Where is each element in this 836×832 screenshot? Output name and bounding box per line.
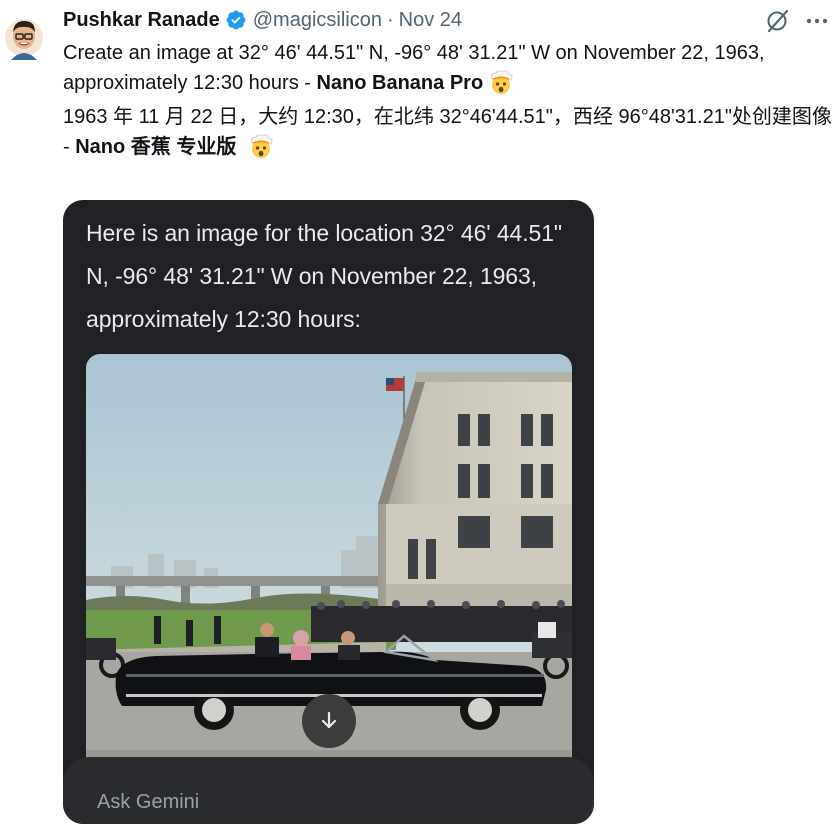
- author-handle[interactable]: @magicsilicon: [253, 9, 382, 32]
- exploding-head-emoji: [251, 134, 273, 158]
- tweet-text-english: Create an image at 32° 46' 44.51" N, -96…: [63, 38, 833, 98]
- separator-dot: ·: [386, 8, 394, 31]
- download-button[interactable]: [302, 694, 356, 748]
- chinese-bold-text: Nano 香蕉 专业版: [75, 136, 237, 158]
- gemini-response-text: Here is an image for the location 32° 46…: [86, 220, 562, 332]
- post-date[interactable]: Nov 24: [399, 9, 462, 32]
- author-name[interactable]: Pushkar Ranade: [63, 9, 220, 32]
- download-arrow-icon: [321, 711, 337, 729]
- tweet-text: Create an image at 32° 46' 44.51" N, -96…: [63, 38, 833, 162]
- verified-badge-icon[interactable]: [225, 9, 247, 31]
- more-icon[interactable]: [804, 9, 830, 33]
- tweet-media-image[interactable]: Here is an image for the location 32° 46…: [63, 200, 594, 824]
- grok-icon[interactable]: [764, 8, 792, 34]
- cartoon-avatar-icon[interactable]: [4, 8, 44, 60]
- tweet-header: Pushkar Ranade @magicsilicon · Nov 24: [63, 7, 826, 33]
- ask-gemini-placeholder: Ask Gemini: [97, 791, 200, 813]
- ask-gemini-input[interactable]: Ask Gemini: [63, 757, 594, 824]
- exploding-head-emoji: [491, 70, 513, 94]
- tweet-text-chinese: 1963 年 11 月 22 日，大约 12:30，在北纬 32°46'44.5…: [63, 102, 833, 162]
- english-bold-text: Nano Banana Pro: [316, 72, 484, 94]
